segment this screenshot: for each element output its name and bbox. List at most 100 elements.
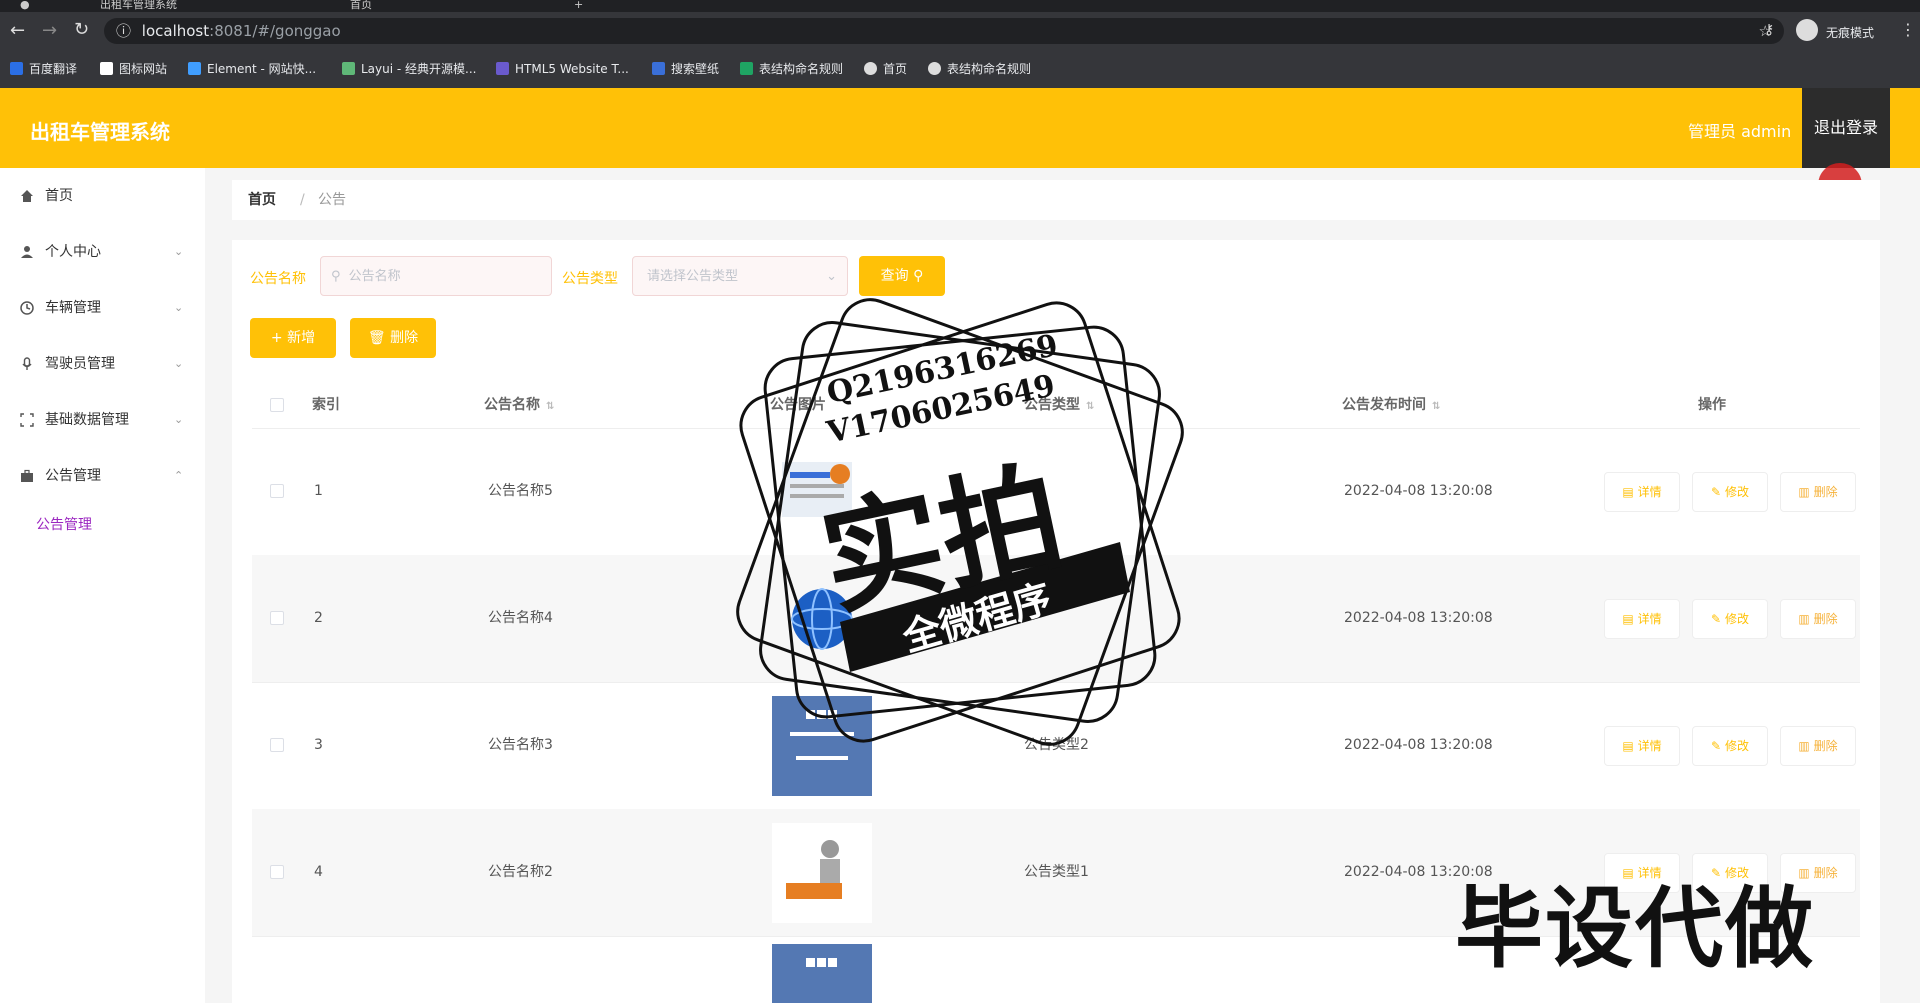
tab-label: 出租车管理系统 [100,0,177,11]
notice-image [772,696,872,796]
bookmark-label: 表结构命名规则 [947,62,1032,76]
notice-name-input[interactable]: ⚲ 公告名称 [320,256,552,296]
detail-button[interactable]: ▤ 详情 [1604,472,1680,512]
notice-name-label: 公告名称 [250,271,306,287]
search-icon: ⚲ [913,268,924,284]
edit-button[interactable]: ✎ 修改 [1692,472,1768,512]
profile-label[interactable]: 无痕模式 [1826,24,1874,41]
sidebar-item-profile[interactable]: 个人中心 ⌄ [0,232,205,272]
corner-watermark: 毕设代做 [1455,877,1816,980]
column-name[interactable]: 公告名称 ⇅ [484,382,554,428]
bookmark-item[interactable]: 首页 [864,61,907,77]
row-index: 4 [314,864,323,880]
edit-label: 修改 [1724,485,1749,499]
notice-image [772,442,872,542]
new-tab-button[interactable]: + [574,0,583,12]
delete-button[interactable]: ▥ 删除 [1780,599,1856,639]
bookmark-item[interactable]: Layui - 经典开源模... [342,61,476,77]
address-bar-row: ← → ↻ ⓘ localhost:8081/#/gonggao ☆ ⚷ 无痕模… [0,12,1920,50]
bookmark-item[interactable]: HTML5 Website T... [496,61,629,77]
breadcrumb-separator: / [300,192,305,208]
url-host: localhost [141,22,210,40]
edit-icon: ✎ [1711,739,1722,753]
reload-icon[interactable]: ↻ [74,19,89,40]
edit-button[interactable]: ✎ 修改 [1692,726,1768,766]
row-checkbox[interactable] [270,865,284,879]
notice-type-label: 公告类型 [562,271,618,287]
news-thumbnail-icon [782,462,852,517]
bookmark-item[interactable]: 表结构命名规则 [740,61,843,77]
edit-icon: ✎ [1711,485,1722,499]
notice-type-placeholder: 请选择公告类型 [647,269,739,284]
row-name: 公告名称5 [488,483,553,499]
bookmark-item[interactable]: 图标网站 [100,61,167,77]
query-button[interactable]: 查询 ⚲ [859,256,945,296]
bookmark-item[interactable]: Element - 网站快... [188,61,316,77]
sort-icon: ⇅ [546,401,555,412]
table-header: 索引 公告名称 ⇅ 公告图片 公告类型 ⇅ 公告发布时间 ⇅ 操作 [252,382,1860,429]
bookmark-label: 百度翻译 [29,62,78,76]
bookmark-label: Layui - 经典开源模... [361,62,477,76]
delete-button[interactable]: ▥ 删除 [1780,726,1856,766]
delete-label: 删除 [390,330,419,346]
trash-icon: ▥ [1798,612,1810,626]
browser-menu-icon[interactable]: ● [20,0,30,12]
bookmark-item[interactable]: 搜索壁纸 [652,61,719,77]
column-label: 公告类型 [1024,397,1080,413]
bookmark-item[interactable]: 表结构命名规则 [928,61,1031,77]
sidebar-item-home[interactable]: 首页 [0,176,205,216]
row-name: 公告名称3 [488,737,553,753]
menu-icon[interactable]: ⋮ [1900,20,1916,39]
table-row: 3 公告名称3 公告类型2 2022-04-08 13:20:08 ▤ 详情 ✎… [252,682,1860,810]
sidebar-subitem-notice-management[interactable]: 公告管理 [36,514,92,534]
delete-button[interactable]: ▥ 删除 [1780,472,1856,512]
chevron-up-icon: ⌃ [174,469,184,482]
add-label: 新增 [287,330,316,346]
notice-type-select[interactable]: 请选择公告类型 ⌄ [632,256,848,296]
logout-button[interactable]: 退出登录 [1802,88,1890,168]
browser-tab-active[interactable]: 出租车管理系统 [100,0,300,12]
clock-icon [20,301,34,315]
row-time: 2022-04-08 13:20:08 [1344,737,1493,753]
detail-button[interactable]: ▤ 详情 [1604,726,1680,766]
add-button[interactable]: + 新增 [250,318,336,358]
select-all-checkbox[interactable] [270,398,284,412]
incognito-icon[interactable] [1796,19,1818,41]
edit-label: 修改 [1724,739,1749,753]
sidebar-item-vehicles[interactable]: 车辆管理 ⌄ [0,288,205,328]
row-checkbox[interactable] [270,738,284,752]
column-time[interactable]: 公告发布时间 ⇅ [1342,382,1440,428]
sidebar-item-label: 首页 [45,188,73,204]
bookmark-label: 搜索壁纸 [671,62,720,76]
url-input[interactable]: ⓘ localhost:8081/#/gonggao ☆ [104,18,1784,44]
row-time: 2022-04-08 13:20:08 [1344,610,1493,626]
row-checkbox[interactable] [270,611,284,625]
chevron-down-icon: ⌄ [826,269,837,284]
column-type[interactable]: 公告类型 ⇅ [1024,382,1094,428]
browser-tab[interactable]: 首页 [350,0,550,12]
row-name: 公告名称4 [488,610,553,626]
row-type: 公告类型1 [1024,864,1089,880]
news-figure-thumbnail [772,823,872,923]
edit-button[interactable]: ✎ 修改 [1692,599,1768,639]
sidebar-item-base-data[interactable]: 基础数据管理 ⌄ [0,400,205,440]
bookmark-item[interactable]: 百度翻译 [10,61,77,77]
table-row: 2 公告名称4 2022-04-08 13:20:08 ▤ 详情 ✎ 修改 ▥ … [252,555,1860,683]
row-checkbox[interactable] [270,484,284,498]
sidebar-item-notices[interactable]: 公告管理 ⌃ [0,456,205,496]
logout-label: 退出登录 [1813,118,1878,137]
bookmark-label: HTML5 Website T... [515,62,629,76]
detail-button[interactable]: ▤ 详情 [1604,599,1680,639]
bookmarks-bar: 百度翻译 图标网站 Element - 网站快... Layui - 经典开源模… [0,50,1920,88]
sidebar-item-drivers[interactable]: 驾驶员管理 ⌄ [0,344,205,384]
chevron-down-icon: ⌄ [174,245,184,258]
key-icon[interactable]: ⚷ [1764,22,1774,38]
batch-delete-button[interactable]: 🗑 删除 [350,318,436,358]
back-icon[interactable]: ← [10,20,25,41]
delete-label: 删除 [1813,739,1838,753]
forward-icon[interactable]: → [42,20,57,41]
briefcase-icon [21,469,33,482]
breadcrumb-home[interactable]: 首页 [248,180,276,220]
bbc-thumbnail [772,944,872,1003]
globe-icon [864,62,877,75]
